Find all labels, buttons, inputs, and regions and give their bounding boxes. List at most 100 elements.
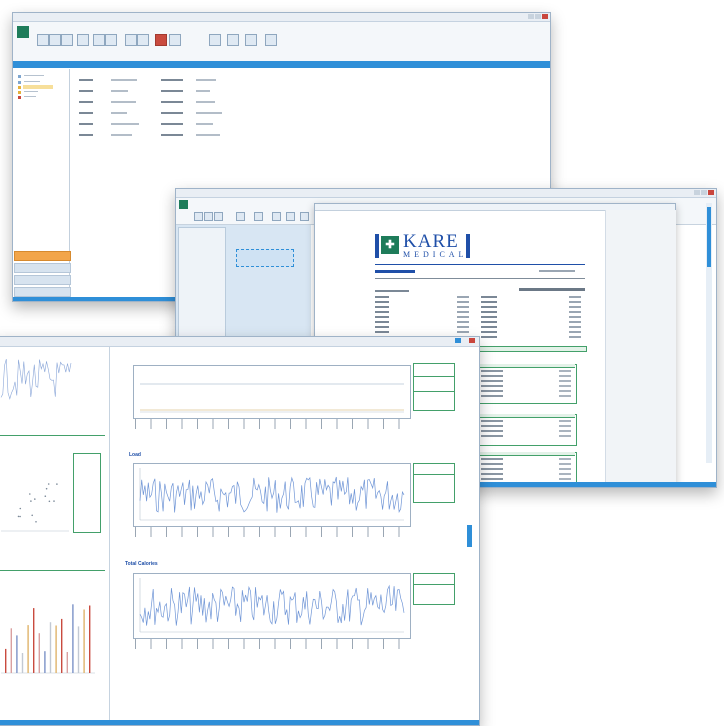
tick-label [383, 419, 384, 429]
field-label [79, 90, 93, 92]
maximize-button[interactable] [535, 14, 541, 19]
tick-label [243, 639, 245, 649]
ribbon-button[interactable] [93, 34, 105, 46]
row-value [457, 331, 469, 333]
close-button[interactable] [708, 190, 714, 195]
tick-label [305, 419, 307, 429]
nav-button-active[interactable] [14, 251, 71, 261]
ribbon-button[interactable] [77, 34, 89, 46]
tick-label [383, 639, 384, 649]
tick-label [150, 527, 152, 537]
minimize-button[interactable] [528, 14, 534, 19]
row-label [375, 326, 389, 328]
tick-label [383, 527, 384, 537]
tree-node-icon[interactable] [18, 86, 21, 89]
ribbon-button[interactable] [137, 34, 149, 46]
ribbon-button[interactable] [61, 34, 73, 46]
row-value [569, 301, 581, 303]
section-row-label [481, 390, 503, 392]
side-tab[interactable] [467, 525, 472, 547]
row-label [481, 311, 497, 313]
ribbon-button[interactable] [49, 34, 61, 46]
section-row-label [481, 395, 503, 397]
row-value [457, 316, 469, 318]
ribbon-button[interactable] [204, 212, 213, 221]
field-value [196, 134, 220, 136]
tree-node-icon[interactable] [18, 81, 21, 84]
ribbon-button[interactable] [125, 34, 137, 46]
tick-label [321, 527, 322, 537]
ribbon-button[interactable] [236, 212, 245, 221]
tick-label [336, 527, 338, 537]
ribbon-button[interactable] [169, 34, 181, 46]
report-meta [539, 270, 575, 272]
section-row-value [559, 385, 571, 387]
section-row-value [559, 370, 571, 372]
section-row-value [559, 473, 571, 475]
section-row-value [559, 435, 571, 437]
tick-label [352, 527, 353, 537]
ribbon-button[interactable] [37, 34, 49, 46]
report-section-header [477, 364, 575, 368]
ribbon-button[interactable] [214, 212, 223, 221]
row-value [569, 316, 581, 318]
nav-button[interactable] [14, 275, 71, 285]
tick-label [274, 639, 276, 649]
tick-label [321, 419, 322, 429]
ribbon-button[interactable] [227, 34, 239, 46]
row-label [481, 316, 497, 318]
vertical-scrollbar[interactable] [706, 203, 712, 463]
tick-label [274, 419, 276, 429]
ribbon-button[interactable] [300, 212, 309, 221]
ribbon-button[interactable] [272, 212, 281, 221]
report-subheading [375, 290, 409, 292]
tick-label [336, 639, 338, 649]
app-logo-icon[interactable] [179, 200, 188, 209]
nav-button[interactable] [14, 263, 71, 273]
maximize-button[interactable] [701, 190, 707, 195]
tick-label [321, 639, 322, 649]
ribbon-button[interactable] [209, 34, 221, 46]
tree-node-icon[interactable] [18, 91, 21, 94]
section-row-value [559, 375, 571, 377]
tick-label [212, 639, 214, 649]
tick-label [290, 527, 291, 537]
tick-label [135, 639, 136, 649]
tick-label [243, 527, 245, 537]
ribbon-button[interactable] [194, 212, 203, 221]
section-row-label [481, 370, 503, 372]
section-row-label [481, 425, 503, 427]
row-label [375, 321, 389, 323]
tick-label [228, 419, 229, 429]
close-button[interactable] [542, 14, 548, 19]
section-row-value [559, 430, 571, 432]
ribbon-button[interactable] [245, 34, 257, 46]
ribbon-button[interactable] [286, 212, 295, 221]
ribbon-button[interactable] [265, 34, 277, 46]
ribbon-button[interactable] [105, 34, 117, 46]
minimize-button[interactable] [694, 190, 700, 195]
ribbon-button[interactable] [155, 34, 167, 46]
section-row-label [481, 430, 503, 432]
ribbon-button[interactable] [254, 212, 263, 221]
row-value [457, 296, 469, 298]
field-label [161, 134, 183, 136]
tick-label [398, 419, 400, 429]
window-titlebar [176, 189, 716, 198]
tick-label [259, 527, 260, 537]
tree-node-icon[interactable] [18, 75, 21, 78]
tick-label [212, 419, 214, 429]
app-logo-icon[interactable] [17, 26, 29, 38]
tick-label [352, 639, 353, 649]
logo-bar-right [466, 234, 470, 258]
scroll-thumb[interactable] [707, 207, 711, 267]
nav-button[interactable] [14, 287, 71, 297]
field-label [161, 90, 183, 92]
tree-node-icon[interactable] [18, 96, 21, 99]
row-label [375, 331, 389, 333]
ribbon-toolbar [13, 22, 550, 63]
field-value [196, 90, 210, 92]
tick-label [398, 639, 400, 649]
selection-box[interactable] [236, 249, 294, 267]
tick-label [135, 419, 136, 429]
